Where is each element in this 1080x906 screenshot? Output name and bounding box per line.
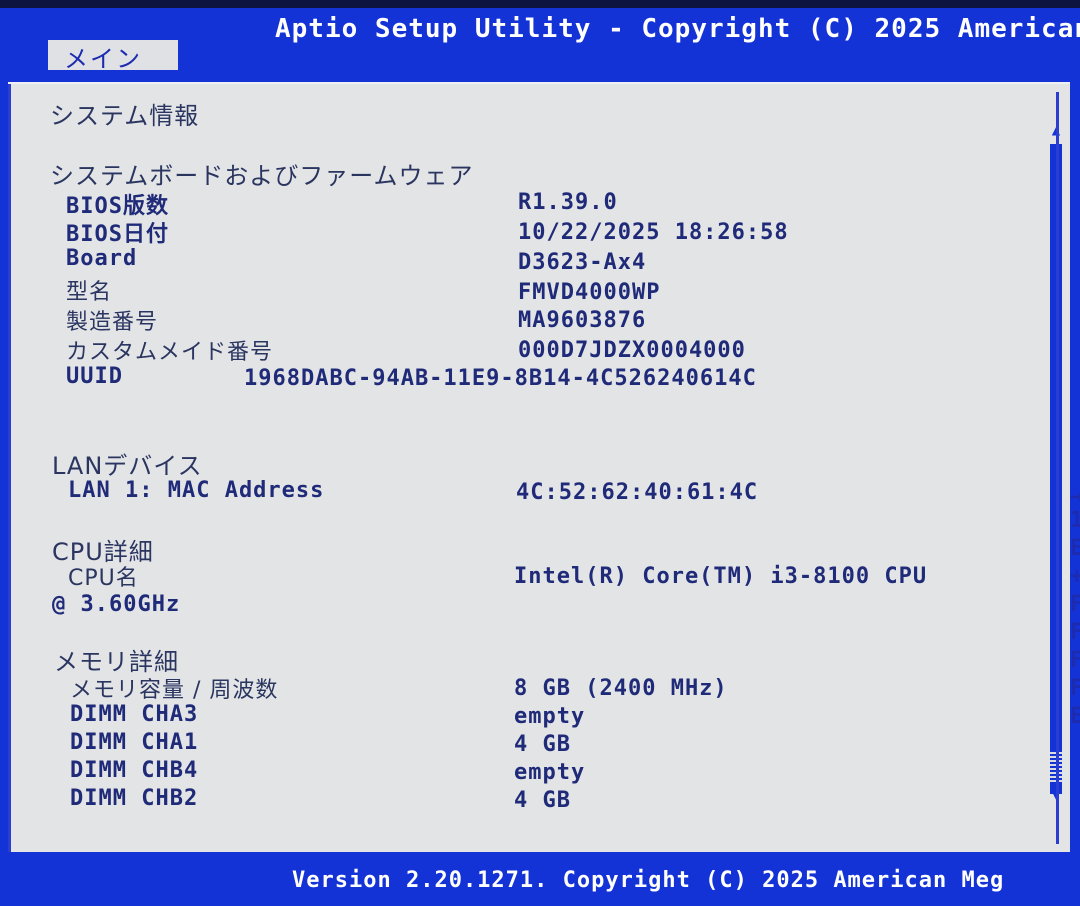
- dimm-cha1-value: 4 GB: [514, 732, 571, 757]
- help-hint: +: [1070, 564, 1080, 589]
- dimm-cha3-label: DIMM CHA3: [70, 702, 199, 727]
- title-bar: Aptio Setup Utility - Copyright (C) 2025…: [0, 8, 1080, 78]
- help-hint: 1: [1070, 508, 1080, 533]
- lan-mac-label: LAN 1: MAC Address: [68, 478, 325, 503]
- help-hint: F: [1070, 592, 1080, 617]
- bios-date-value: 10/22/2025 18:26:58: [518, 220, 789, 245]
- help-hint: F: [1070, 648, 1080, 673]
- dimm-chb4-label: DIMM CHB4: [70, 758, 199, 783]
- model-value: FMVD4000WP: [518, 280, 661, 305]
- footer-bar: Version 2.20.1271. Copyright (C) 2025 Am…: [0, 860, 1080, 906]
- dimm-chb2-value: 4 GB: [514, 788, 571, 813]
- top-strip: [0, 0, 1080, 8]
- section-board-firmware: システムボードおよびファームウェア: [50, 162, 474, 190]
- custom-number-value: 000D7JDZX0004000: [518, 338, 746, 363]
- help-hint: →: [1070, 484, 1080, 509]
- main-panel: システム情報 システムボードおよびファームウェア BIOS版数 R1.39.0 …: [0, 70, 1080, 860]
- section-lan-device: LANデバイス: [52, 452, 203, 480]
- content-area: システム情報 システムボードおよびファームウェア BIOS版数 R1.39.0 …: [8, 82, 1080, 852]
- dimm-cha1-label: DIMM CHA1: [70, 730, 199, 755]
- dimm-chb4-value: empty: [514, 760, 586, 785]
- board-value: D3623-Ax4: [518, 250, 647, 275]
- section-system-info: システム情報: [50, 102, 200, 130]
- dimm-chb2-label: DIMM CHB2: [70, 786, 199, 811]
- bios-version-value: R1.39.0: [518, 190, 618, 215]
- lan-mac-value: 4C:52:62:40:61:4C: [516, 480, 759, 505]
- frame-line: [8, 84, 11, 852]
- serial-label: 製造番号: [66, 310, 159, 335]
- cpu-name-value: Intel(R) Core(TM) i3-8100 CPU: [514, 564, 928, 589]
- help-hint: E: [1070, 704, 1080, 729]
- uuid-value: 1968DABC-94AB-11E9-8B14-4C526240614C: [244, 366, 757, 391]
- help-hint: E: [1070, 536, 1080, 561]
- cpu-name-value-cont: @ 3.60GHz: [52, 592, 181, 617]
- app-title: Aptio Setup Utility - Copyright (C) 2025…: [275, 14, 1080, 44]
- model-label: 型名: [66, 280, 113, 305]
- dimm-cha3-value: empty: [514, 704, 586, 729]
- serial-value: MA9603876: [518, 308, 647, 333]
- board-label: Board: [66, 246, 138, 271]
- memory-capacity-label: メモリ容量 / 周波数: [70, 678, 279, 703]
- help-divider: [1056, 92, 1059, 844]
- help-hint: F: [1070, 620, 1080, 645]
- custom-number-label: カスタムメイド番号: [66, 340, 274, 365]
- help-panel: → 1 E + F F F F E: [1064, 84, 1080, 852]
- help-hint: F: [1070, 676, 1080, 701]
- bios-date-label: BIOS日付: [66, 222, 169, 247]
- footer-version: Version 2.20.1271. Copyright (C) 2025 Am…: [292, 868, 1005, 893]
- uuid-label: UUID: [66, 364, 123, 389]
- memory-capacity-value: 8 GB (2400 MHz): [514, 676, 728, 701]
- cpu-name-label: CPU名: [68, 566, 139, 591]
